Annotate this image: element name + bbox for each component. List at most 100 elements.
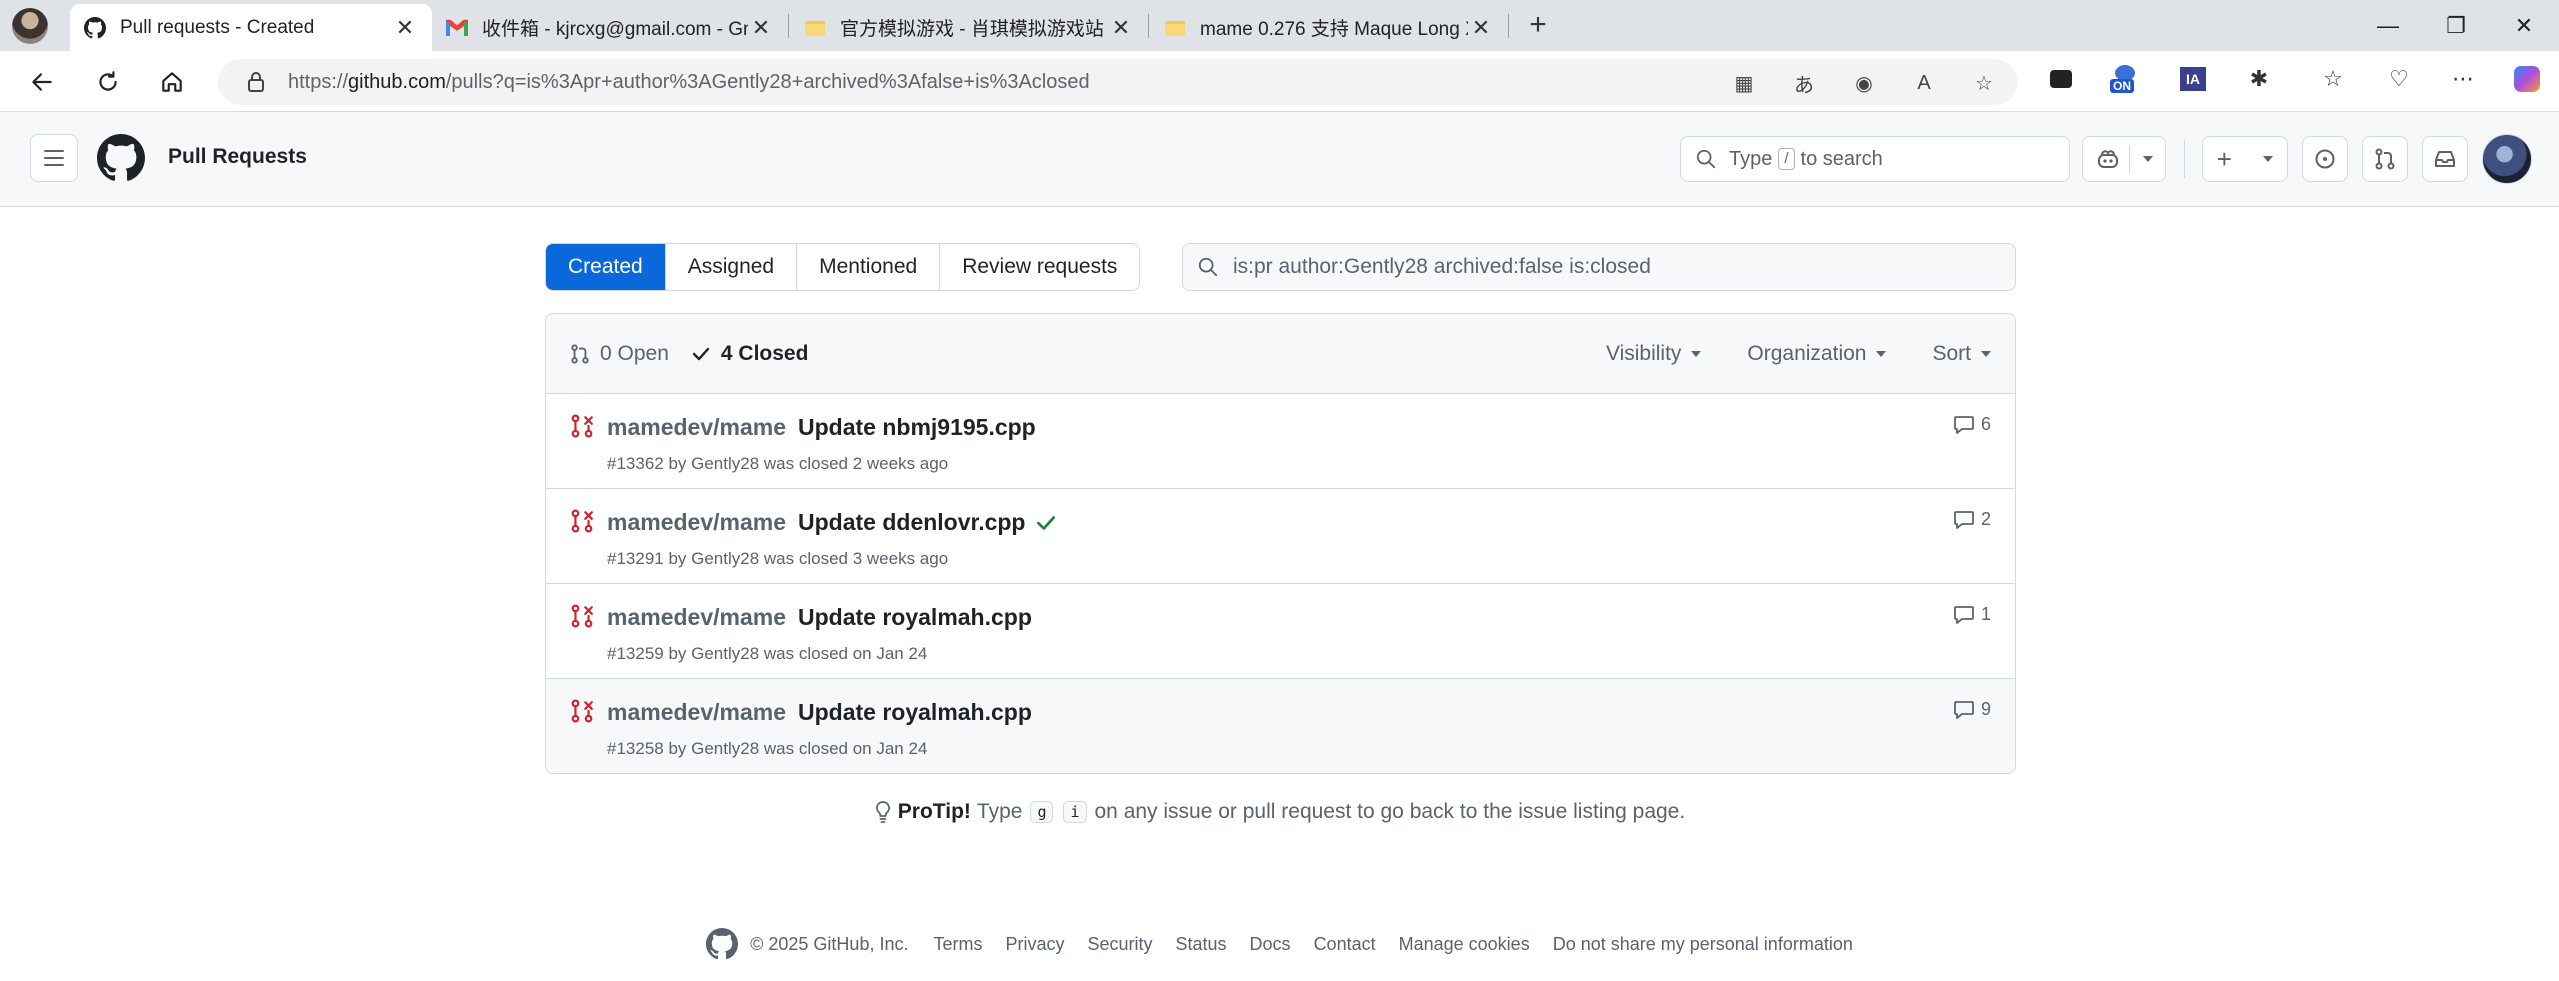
- more-options-icon[interactable]: ⋯: [2446, 62, 2480, 96]
- comments-link[interactable]: 9: [1953, 699, 1991, 720]
- create-new-button[interactable]: +: [2202, 136, 2288, 182]
- pr-title-link[interactable]: Update nbmj9195.cpp: [798, 414, 1036, 441]
- browser-tab-gmail[interactable]: 收件箱 - kjrcxg@gmail.com - Gmail ✕: [432, 4, 788, 51]
- pr-meta: #13259 by Gently28 was closed on Jan 24: [607, 644, 928, 663]
- tab-assigned[interactable]: Assigned: [664, 244, 797, 290]
- refresh-button[interactable]: [88, 62, 128, 102]
- global-search-input[interactable]: Type / to search: [1680, 136, 2070, 182]
- page-title[interactable]: Pull Requests: [168, 145, 307, 169]
- pr-title-link[interactable]: Update ddenlovr.cpp: [798, 509, 1025, 536]
- footer-link-status[interactable]: Status: [1176, 934, 1227, 955]
- chevron-down-icon: [1876, 351, 1887, 357]
- repo-link[interactable]: mamedev/mame: [607, 509, 786, 536]
- footer-link-terms[interactable]: Terms: [933, 934, 982, 955]
- browser-tab-bar: Pull requests - Created ✕ 收件箱 - kjrcxg@g…: [0, 0, 2559, 51]
- folder-icon: [1164, 17, 1186, 39]
- copilot-icon: [2097, 150, 2118, 168]
- footer-link-privacy[interactable]: Privacy: [1005, 934, 1064, 955]
- minimize-button[interactable]: —: [2358, 6, 2418, 46]
- copilot-icon[interactable]: [2510, 62, 2544, 96]
- extensions-puzzle-icon[interactable]: ✱: [2242, 62, 2276, 96]
- tab-mentioned[interactable]: Mentioned: [796, 244, 940, 290]
- protip-pre: Type: [976, 800, 1023, 823]
- app-available-icon[interactable]: ▦: [1730, 69, 1758, 97]
- footer-link-do-not-share[interactable]: Do not share my personal information: [1553, 934, 1853, 955]
- github-icon: [84, 16, 106, 39]
- github-logo-icon[interactable]: [706, 928, 739, 960]
- pull-request-row[interactable]: mamedev/mame Update ddenlovr.cpp #13291 …: [546, 489, 2015, 584]
- close-window-button[interactable]: ✕: [2494, 6, 2554, 46]
- chevron-down-icon: [2142, 156, 2153, 162]
- browser-tab-mame-release[interactable]: mame 0.276 支持 Maque Long Xi ✕: [1150, 4, 1508, 51]
- close-tab-icon[interactable]: ✕: [1108, 15, 1134, 41]
- tab-title: mame 0.276 支持 Maque Long Xi: [1200, 19, 1468, 40]
- footer-link-contact[interactable]: Contact: [1314, 934, 1376, 955]
- restore-button[interactable]: ❐: [2426, 6, 2486, 46]
- address-bar[interactable]: https://github.com/pulls?q=is%3Apr+autho…: [218, 59, 2018, 105]
- favorites-icon[interactable]: ☆: [2316, 62, 2350, 96]
- pull-request-row[interactable]: mamedev/mame Update royalmah.cpp #13259 …: [546, 584, 2015, 679]
- close-tab-icon[interactable]: ✕: [392, 15, 418, 41]
- open-count-label: 0 Open: [600, 342, 669, 365]
- comments-link[interactable]: 2: [1953, 509, 1991, 530]
- inbox-button[interactable]: [2422, 136, 2468, 182]
- back-button[interactable]: [22, 62, 62, 102]
- page-footer: © 2025 GitHub, Inc. Terms Privacy Securi…: [0, 928, 2559, 960]
- pull-request-row[interactable]: mamedev/mame Update royalmah.cpp #13258 …: [546, 679, 2015, 773]
- repo-link[interactable]: mamedev/mame: [607, 414, 786, 441]
- favorite-star-icon[interactable]: ☆: [1970, 69, 1998, 97]
- open-filter-link[interactable]: 0 Open: [570, 342, 669, 366]
- repo-link[interactable]: mamedev/mame: [607, 604, 786, 631]
- pr-title-link[interactable]: Update royalmah.cpp: [798, 699, 1032, 726]
- protip-post: on any issue or pull request to go back …: [1094, 800, 1686, 823]
- issues-button[interactable]: [2302, 136, 2348, 182]
- search-hint-prefix: Type: [1729, 147, 1773, 170]
- search-shortcut-key: /: [1778, 148, 1795, 170]
- new-tab-button[interactable]: +: [1520, 8, 1556, 44]
- lock-icon[interactable]: [244, 70, 268, 94]
- sort-dropdown[interactable]: Sort: [1932, 342, 1991, 366]
- organization-dropdown[interactable]: Organization: [1747, 342, 1887, 366]
- arrow-left-icon: [32, 73, 52, 91]
- comment-icon: [1954, 700, 1974, 719]
- footer-link-docs[interactable]: Docs: [1250, 934, 1291, 955]
- check-success-icon[interactable]: [1035, 512, 1057, 534]
- browser-tab-pull-requests[interactable]: Pull requests - Created ✕: [70, 4, 432, 51]
- comments-link[interactable]: 6: [1953, 414, 1991, 435]
- pull-request-row[interactable]: mamedev/mame Update nbmj9195.cpp #13362 …: [546, 394, 2015, 489]
- comment-count: 9: [1980, 699, 1991, 719]
- open-menu-button[interactable]: [30, 134, 78, 182]
- footer-link-security[interactable]: Security: [1087, 934, 1152, 955]
- hamburger-icon: [44, 150, 64, 166]
- pull-requests-button[interactable]: [2362, 136, 2408, 182]
- comments-link[interactable]: 1: [1953, 604, 1991, 625]
- home-button[interactable]: [152, 62, 192, 102]
- url-scheme: https://: [288, 70, 349, 93]
- user-avatar[interactable]: [2482, 134, 2532, 184]
- browser-essentials-icon[interactable]: ♡: [2382, 62, 2416, 96]
- footer-link-manage-cookies[interactable]: Manage cookies: [1399, 934, 1530, 955]
- tab-created[interactable]: Created: [546, 244, 665, 290]
- pr-title-link[interactable]: Update royalmah.cpp: [798, 604, 1032, 631]
- repo-link[interactable]: mamedev/mame: [607, 699, 786, 726]
- translate-icon[interactable]: あ: [1790, 69, 1818, 97]
- folder-icon: [804, 17, 826, 39]
- url-text[interactable]: https://github.com/pulls?q=is%3Apr+autho…: [288, 71, 1090, 94]
- read-aloud-icon[interactable]: A: [1910, 69, 1938, 97]
- browser-tab-emulator-site[interactable]: 官方模拟游戏 - 肖琪模拟游戏站 ✕: [790, 4, 1148, 51]
- tab-review-requests[interactable]: Review requests: [939, 244, 1140, 290]
- gmail-icon: [446, 17, 468, 39]
- extension-dark-icon[interactable]: [2044, 62, 2078, 96]
- close-tab-icon[interactable]: ✕: [1468, 15, 1494, 41]
- closed-filter-link[interactable]: 4 Closed: [691, 342, 808, 366]
- extension-on-icon[interactable]: ON: [2108, 62, 2142, 96]
- pulls-search-input[interactable]: is:pr author:Gently28 archived:false is:…: [1182, 243, 2016, 291]
- copilot-button[interactable]: [2082, 136, 2166, 182]
- close-tab-icon[interactable]: ✕: [748, 15, 774, 41]
- inbox-icon: [2435, 151, 2455, 167]
- browser-profile-avatar[interactable]: [12, 8, 48, 44]
- ia-extension-icon[interactable]: IA: [2176, 62, 2210, 96]
- visibility-dropdown[interactable]: Visibility: [1606, 342, 1702, 366]
- github-logo-icon[interactable]: [97, 134, 145, 182]
- edge-shopping-icon[interactable]: ◉: [1850, 69, 1878, 97]
